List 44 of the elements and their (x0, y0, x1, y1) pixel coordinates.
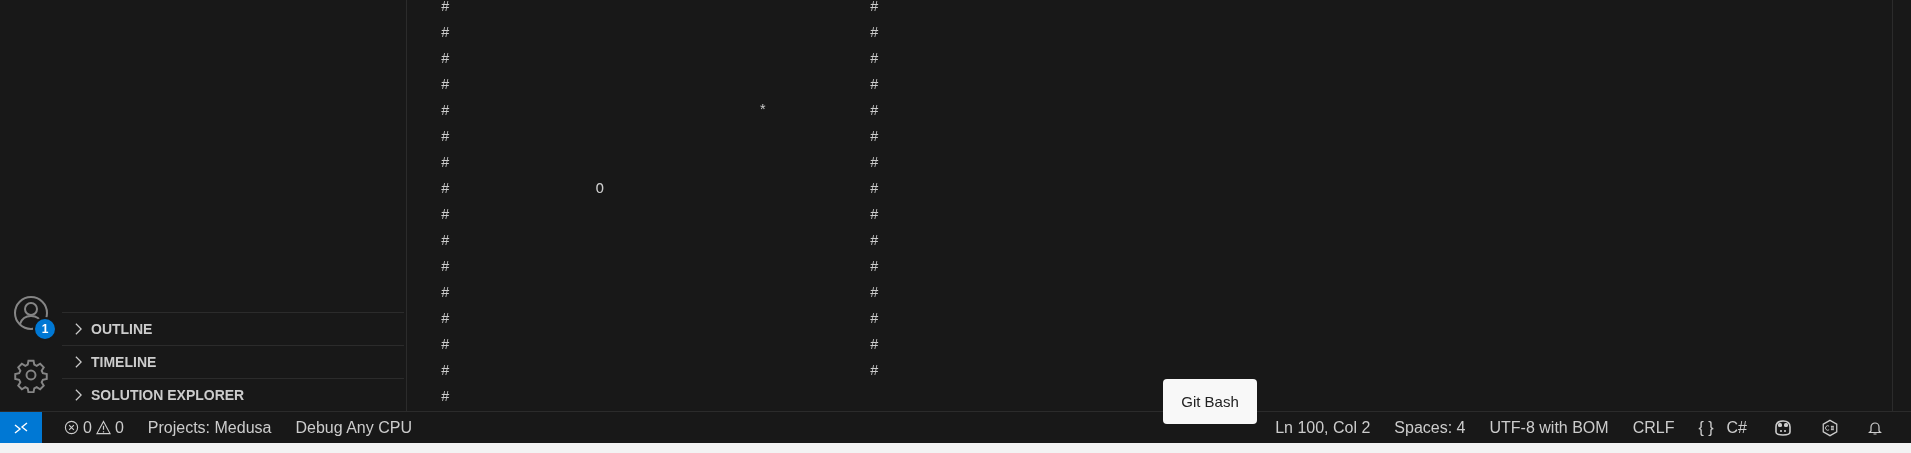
terminal-line: # # (441, 362, 879, 381)
terminal-line: # * # (441, 102, 879, 121)
account-icon[interactable] (13, 295, 49, 331)
terminal-line: # # (441, 50, 879, 69)
settings-icon[interactable] (13, 357, 49, 393)
status-bar-item[interactable]: Projects: Medusa (135, 418, 284, 437)
error-icon (64, 420, 79, 435)
error-count: 0 (83, 418, 92, 437)
status-bar-item[interactable]: Debug Any CPU (283, 418, 424, 437)
terminal-line: # # (441, 0, 879, 17)
terminal-line: # (441, 388, 450, 407)
sidebar-section-header[interactable]: SOLUTION EXPLORER (62, 378, 404, 411)
warning-count: 0 (114, 418, 124, 437)
terminal-line: # # (441, 154, 879, 173)
hexagon-icon[interactable] (1821, 418, 1839, 437)
terminal-line: # # (441, 76, 879, 95)
braces-icon: { } (1698, 418, 1714, 437)
terminal-line: # # (441, 284, 879, 303)
chevron-icon (74, 388, 83, 402)
chevron-icon (74, 322, 83, 336)
chevron-icon (74, 355, 83, 369)
copilot-icon[interactable] (1773, 418, 1793, 437)
terminal-line: # # (441, 336, 879, 355)
status-bar-item[interactable]: CRLF (1620, 418, 1687, 437)
notification-bell-icon[interactable] (1867, 419, 1883, 436)
sidebar-section-header[interactable]: OUTLINE (62, 312, 404, 345)
terminal-line: # # (441, 128, 879, 147)
language-label: C# (1726, 418, 1747, 437)
language-mode-item[interactable]: { } C# (1686, 418, 1759, 437)
tooltip: Git Bash (1163, 379, 1257, 424)
notification-badge: 1 (33, 317, 57, 341)
terminal-line: # # (441, 24, 879, 43)
terminal-line: # # (441, 232, 879, 251)
problems-item[interactable]: 0 0 (52, 418, 136, 437)
terminal-line: # # (441, 310, 879, 329)
terminal-line: # # (441, 258, 879, 277)
status-bar-item[interactable]: UTF-8 with BOM (1477, 418, 1621, 437)
sidebar-section-header[interactable]: TIMELINE (62, 345, 404, 378)
warning-icon (95, 420, 111, 435)
status-bar-item[interactable]: Spaces: 4 (1382, 418, 1478, 437)
remote-button[interactable] (0, 412, 42, 443)
terminal-line: # # (441, 206, 879, 225)
terminal-line: # O # (441, 180, 879, 199)
status-bar-item[interactable]: Ln 100, Col 2 (1263, 418, 1383, 437)
